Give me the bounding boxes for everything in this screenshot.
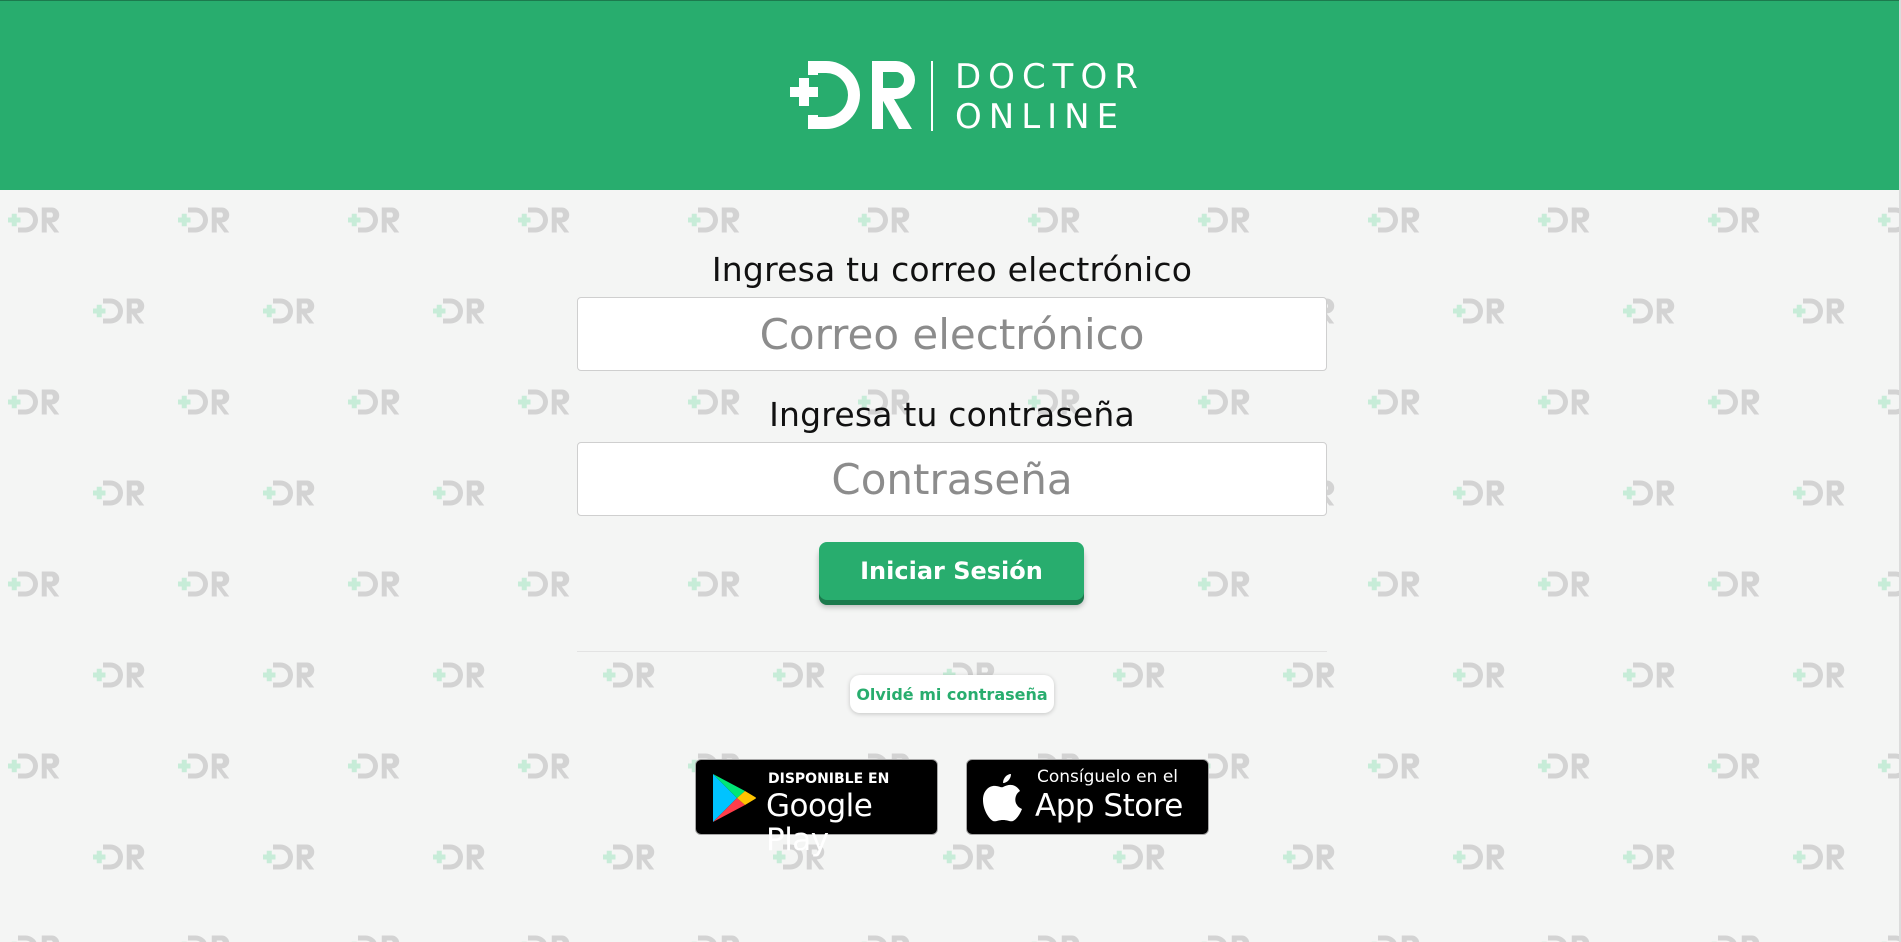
email-label: Ingresa tu correo electrónico: [711, 250, 1193, 289]
header-bar: DOCTOR ONLINE: [0, 0, 1901, 190]
login-button[interactable]: Iniciar Sesión: [819, 542, 1084, 600]
logo-text-line2: ONLINE: [955, 97, 1126, 137]
forgot-password-button[interactable]: Olvidé mi contraseña: [850, 675, 1054, 713]
apple-small-text: Consíguelo en el: [1037, 767, 1178, 787]
password-field[interactable]: [577, 442, 1327, 516]
divider: [577, 651, 1327, 652]
logo-divider: [931, 61, 933, 131]
google-play-icon: [713, 774, 756, 822]
doctor-online-logo-icon: [790, 61, 915, 129]
apple-big-text: App Store: [1035, 788, 1183, 824]
google-small-text: DISPONIBLE EN: [768, 771, 890, 787]
google-big-text: Google Play: [766, 788, 873, 858]
apple-icon: [983, 774, 1022, 822]
google-play-badge[interactable]: DISPONIBLE EN Google Play: [695, 759, 938, 857]
app-store-badge[interactable]: Consíguelo en el App Store: [966, 759, 1209, 835]
logo-wordmark: DOCTOR ONLINE: [955, 57, 1145, 137]
logo-text-line1: DOCTOR: [955, 57, 1145, 97]
email-field[interactable]: [577, 297, 1327, 371]
password-label: Ingresa tu contraseña: [769, 395, 1135, 434]
